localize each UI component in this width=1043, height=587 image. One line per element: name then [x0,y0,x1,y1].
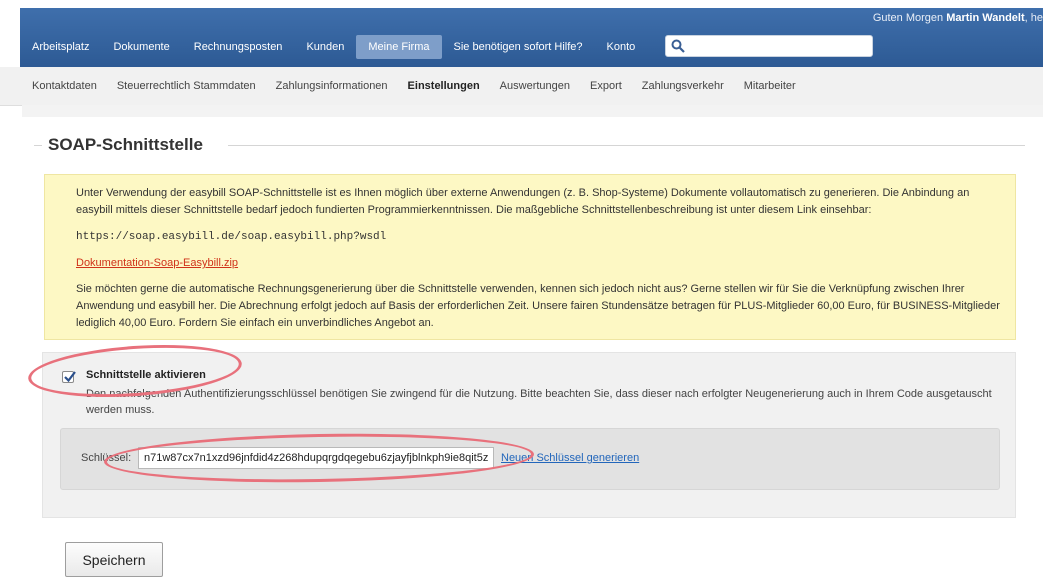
nav-item-meine-firma[interactable]: Meine Firma [356,35,442,59]
user-name[interactable]: Martin Wandelt [946,12,1024,24]
key-label: Schlüssel: [81,452,132,464]
subnav-item-export[interactable]: Export [580,80,632,92]
activate-label[interactable]: Schnittstelle aktivieren [86,369,206,381]
save-button[interactable]: Speichern [65,542,163,577]
nav-item-konto[interactable]: Konto [595,35,648,59]
generate-key-link[interactable]: Neuen Schlüssel generieren [501,452,639,464]
nav-item-arbeitsplatz[interactable]: Arbeitsplatz [20,35,101,59]
nav-item-kunden[interactable]: Kunden [294,35,356,59]
info-box: Unter Verwendung der easybill SOAP-Schni… [44,174,1016,340]
main-nav: Arbeitsplatz Dokumente Rechnungsposten K… [20,34,647,60]
section-title: SOAP-Schnittstelle [42,135,209,155]
nav-item-dokumente[interactable]: Dokumente [101,35,181,59]
checkmark-icon [64,371,76,383]
subnav-item-kontaktdaten[interactable]: Kontaktdaten [20,80,107,92]
title-rule-right [228,145,1025,146]
sub-nav: Kontaktdaten Steuerrechtlich Stammdaten … [0,67,1043,106]
greeting: Guten Morgen Martin Wandelt, he [873,8,1043,28]
greeting-suffix: , he [1024,12,1043,24]
greeting-prefix: Guten Morgen [872,12,947,24]
info-paragraph-2: Sie möchten gerne die automatische Rechn… [76,283,1000,329]
subnav-item-zahlungsverkehr[interactable]: Zahlungsverkehr [632,80,734,92]
documentation-download-link[interactable]: Dokumentation-Soap-Easybill.zip [76,255,238,272]
wsdl-url: https://soap.easybill.de/soap.easybill.p… [76,231,387,243]
activate-help-text: Den nachfolgenden Authentifizierungsschl… [86,388,992,416]
subnav-item-stammdaten[interactable]: Steuerrechtlich Stammdaten [107,80,266,92]
search-input[interactable] [690,38,869,56]
subnav-item-mitarbeiter[interactable]: Mitarbeiter [734,80,806,92]
nav-item-rechnungsposten[interactable]: Rechnungsposten [182,35,295,59]
subnav-item-auswertungen[interactable]: Auswertungen [490,80,580,92]
subnav-item-zahlungsinformationen[interactable]: Zahlungsinformationen [266,80,398,92]
subnav-item-einstellungen[interactable]: Einstellungen [398,80,490,92]
search-box[interactable] [665,35,873,57]
info-paragraph-1: Unter Verwendung der easybill SOAP-Schni… [76,187,970,216]
nav-item-hilfe[interactable]: Sie benötigen sofort Hilfe? [442,35,595,59]
activate-checkbox[interactable] [62,371,76,383]
api-key-field[interactable] [138,447,494,469]
search-icon[interactable] [671,39,685,53]
